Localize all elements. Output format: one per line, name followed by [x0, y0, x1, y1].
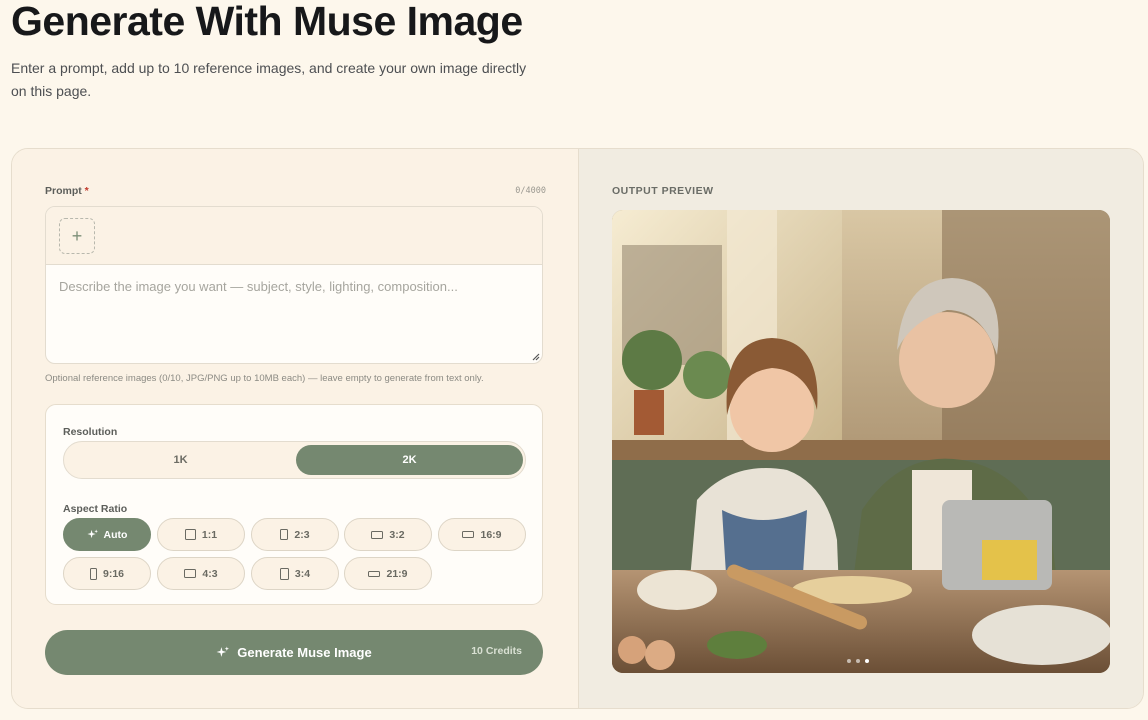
generate-button[interactable]: Generate Muse Image 10 Credits: [45, 630, 543, 675]
char-counter: 0/4000: [515, 186, 546, 196]
kitchen-scene-illustration: [612, 210, 1110, 673]
output-pane: OUTPUT PREVIEW: [578, 149, 1143, 708]
resolution-label: Resolution: [63, 426, 118, 438]
page-subtitle: Enter a prompt, add up to 10 reference i…: [11, 60, 527, 99]
reference-help-text: Optional reference images (0/10, JPG/PNG…: [45, 373, 484, 384]
aspect-option-auto[interactable]: Auto: [63, 518, 151, 551]
aspect-option-3-2[interactable]: 3:2: [344, 518, 432, 551]
prompt-label: Prompt *: [45, 185, 89, 197]
landscape-icon: [184, 569, 197, 578]
credits-cost: 10 Credits: [471, 645, 522, 657]
prompt-input[interactable]: [46, 265, 542, 363]
aspect-option-9-16[interactable]: 9:16: [63, 557, 151, 590]
input-pane: Prompt * 0/4000 + Optional reference ima…: [12, 149, 578, 708]
portrait-icon: [279, 567, 289, 580]
required-mark: *: [84, 185, 89, 197]
aspect-option-3-4-label: 3:4: [294, 567, 311, 580]
aspect-option-21-9[interactable]: 21:9: [344, 557, 432, 590]
aspect-option-4-3[interactable]: 4:3: [157, 557, 245, 590]
aspect-option-21-9-label: 21:9: [386, 567, 408, 580]
prompt-box: +: [45, 206, 543, 364]
resolution-option-1k[interactable]: 1K: [67, 445, 294, 475]
aspect-option-16-9[interactable]: 16:9: [438, 518, 526, 551]
carousel-dots: [847, 659, 869, 663]
prompt-label-text: Prompt: [45, 185, 82, 197]
plus-icon: +: [71, 225, 83, 246]
output-preview-label: OUTPUT PREVIEW: [612, 185, 714, 197]
settings-panel: Resolution 1K 2K Aspect Ratio Auto 1:1 2…: [45, 404, 543, 605]
aspect-option-1-1[interactable]: 1:1: [157, 518, 245, 551]
generate-button-label: Generate Muse Image: [237, 645, 372, 660]
carousel-dot-active[interactable]: [865, 659, 869, 663]
ultrawide-icon: [368, 570, 381, 577]
resize-handle-icon[interactable]: [531, 352, 540, 361]
aspect-option-3-4[interactable]: 3:4: [251, 557, 339, 590]
resolution-toggle: 1K 2K: [63, 441, 526, 479]
add-reference-image-button[interactable]: +: [59, 218, 95, 254]
sparkle-icon: [86, 529, 98, 539]
widescreen-icon: [462, 531, 475, 538]
sparkle-icon: [216, 646, 230, 657]
landscape-icon: [371, 530, 384, 539]
aspect-ratio-label: Aspect Ratio: [63, 503, 128, 515]
aspect-option-9-16-label: 9:16: [102, 567, 124, 580]
portrait-icon: [280, 529, 289, 540]
aspect-option-auto-label: Auto: [103, 528, 128, 541]
generate-button-content: Generate Muse Image: [45, 630, 543, 675]
aspect-option-2-3[interactable]: 2:3: [251, 518, 339, 551]
tall-portrait-icon: [89, 567, 97, 580]
square-icon: [184, 529, 196, 540]
generator-card: Prompt * 0/4000 + Optional reference ima…: [11, 148, 1144, 709]
aspect-option-4-3-label: 4:3: [202, 567, 218, 580]
output-preview-image[interactable]: [612, 210, 1110, 673]
page-title: Generate With Muse Image: [11, 0, 523, 44]
aspect-option-2-3-label: 2:3: [294, 528, 310, 541]
resolution-option-2k[interactable]: 2K: [296, 445, 523, 475]
carousel-dot[interactable]: [856, 659, 860, 663]
reference-images-bar: +: [46, 207, 542, 265]
aspect-option-3-2-label: 3:2: [389, 528, 405, 541]
aspect-option-1-1-label: 1:1: [201, 528, 218, 541]
aspect-option-16-9-label: 16:9: [480, 528, 502, 541]
carousel-dot[interactable]: [847, 659, 851, 663]
